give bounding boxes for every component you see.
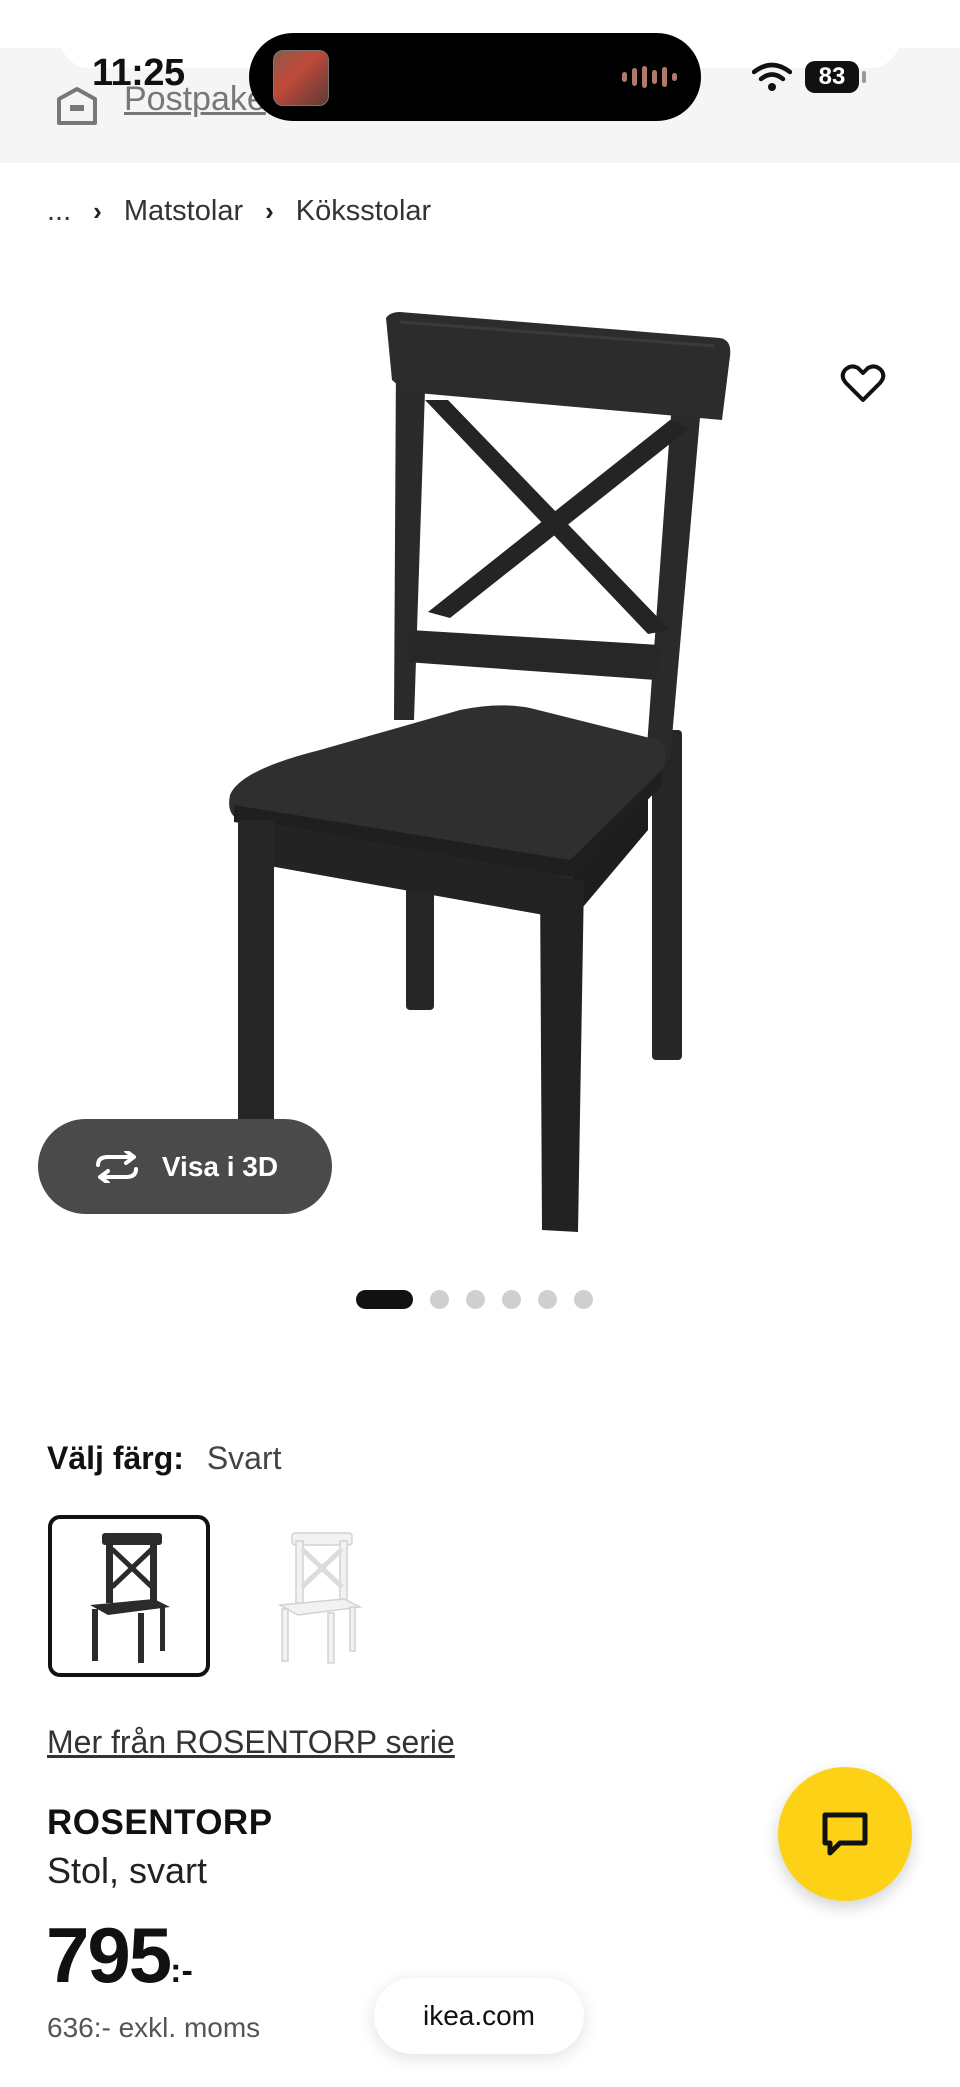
- product-image[interactable]: [200, 300, 760, 1245]
- series-link[interactable]: Mer från ROSENTORP serie: [47, 1724, 455, 1761]
- color-swatch-black[interactable]: [48, 1515, 210, 1677]
- dynamic-island: [249, 33, 701, 121]
- rotate-3d-icon: [95, 1150, 138, 1183]
- product-description: Stol, svart: [47, 1850, 208, 1891]
- product-price: 795 :-: [46, 1910, 193, 2001]
- color-selector-label: Välj färg: Svart: [47, 1440, 282, 1477]
- price-value: 795: [46, 1911, 172, 1999]
- price-excl-vat: 636:- exkl. moms: [47, 2012, 261, 2043]
- audio-wave-icon: [622, 66, 677, 88]
- breadcrumb: ... › Matstolar › Köksstolar: [47, 195, 431, 228]
- color-label: Välj färg:: [47, 1440, 184, 1476]
- browser-url-pill[interactable]: ikea.com: [374, 1978, 584, 2054]
- battery-indicator: 83: [805, 61, 859, 93]
- gallery-dot-1[interactable]: [356, 1290, 413, 1309]
- favorite-heart-icon[interactable]: [840, 362, 886, 409]
- battery-nub: [862, 71, 866, 83]
- product-name: ROSENTORP: [47, 1803, 273, 1842]
- price-suffix: :-: [170, 1952, 193, 1990]
- now-playing-artwork: [273, 50, 329, 106]
- white-chair-thumbnail: [277, 1531, 363, 1664]
- wifi-icon: [751, 62, 793, 97]
- chevron-right-icon: ›: [93, 196, 102, 226]
- view-in-3d-button[interactable]: Visa i 3D: [38, 1119, 332, 1214]
- breadcrumb-item-matstolar[interactable]: Matstolar: [124, 195, 243, 228]
- gallery-dot-2[interactable]: [430, 1290, 449, 1309]
- breadcrumb-item-koksstolar[interactable]: Köksstolar: [296, 195, 431, 228]
- gallery-dot-5[interactable]: [538, 1290, 557, 1309]
- chat-button[interactable]: [778, 1767, 912, 1901]
- gallery-dot-4[interactable]: [502, 1290, 521, 1309]
- status-time: 11:25: [92, 52, 185, 94]
- view-in-3d-label: Visa i 3D: [161, 1150, 279, 1182]
- color-selected-value: Svart: [206, 1440, 282, 1476]
- gallery-dot-3[interactable]: [466, 1290, 485, 1309]
- chevron-right-icon: ›: [265, 196, 274, 226]
- color-swatch-white[interactable]: [238, 1515, 400, 1677]
- black-chair-thumbnail: [90, 1532, 170, 1663]
- breadcrumb-ellipsis[interactable]: ...: [47, 195, 71, 228]
- chat-bubble-icon: [822, 1812, 868, 1856]
- gallery-pagination: [356, 1290, 593, 1309]
- gallery-dot-6[interactable]: [574, 1290, 593, 1309]
